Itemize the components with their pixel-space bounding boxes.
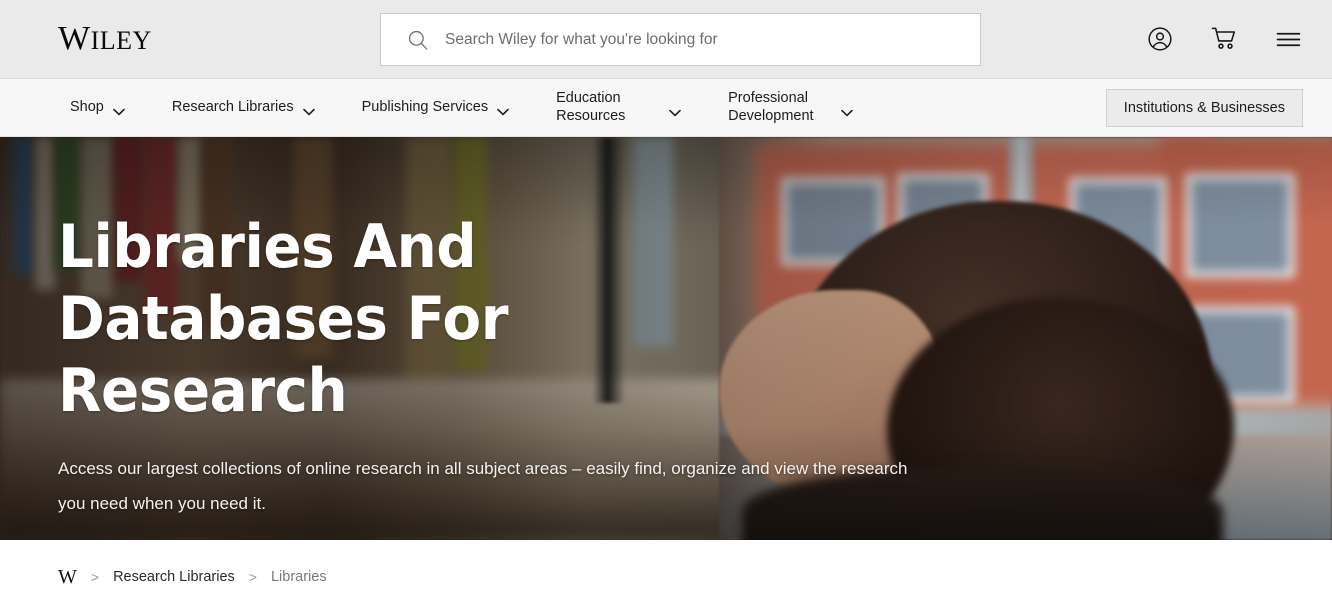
nav-item-list: Shop Research Libraries Publishing Servi… [70,79,853,136]
nav-item-research-libraries[interactable]: Research Libraries [172,99,315,116]
chevron-down-icon [669,104,681,116]
hamburger-menu-icon[interactable] [1274,25,1302,53]
hero-content: Libraries And Databases For Research Acc… [58,211,938,521]
primary-navigation: Shop Research Libraries Publishing Servi… [0,79,1332,137]
nav-item-shop[interactable]: Shop [70,99,125,116]
chevron-down-icon [497,103,509,116]
logo-capital: W [58,20,91,57]
chevron-down-icon [113,103,125,116]
breadcrumb: W > Research Libraries > Libraries [58,567,327,587]
institutions-businesses-button[interactable]: Institutions & Businesses [1105,88,1303,127]
nav-item-label: Research Libraries [171,98,294,115]
breadcrumb-separator: > [90,569,100,585]
breadcrumb-separator: > [248,569,257,585]
hero-subtitle: Access our largest collections of online… [58,459,908,513]
breadcrumb-home-link[interactable]: W [58,567,77,587]
nav-item-label: Education Resources [556,90,626,124]
page-title: Libraries And Databases For Research [58,212,509,426]
nav-item-education-resources[interactable]: Education Resources [556,90,681,124]
cart-icon[interactable] [1210,25,1238,53]
site-header: WILEY [0,0,1332,79]
chevron-down-icon [302,103,315,116]
account-icon[interactable] [1146,25,1174,53]
search-input[interactable] [445,14,980,65]
header-actions [1146,25,1302,53]
wiley-logo[interactable]: WILEY [58,22,152,56]
search-icon[interactable] [407,29,429,51]
nav-item-professional-development[interactable]: Professional Development [728,90,853,124]
nav-item-label: Publishing Services [361,98,489,115]
breadcrumb-item-libraries: Libraries [270,569,327,585]
nav-item-publishing-services[interactable]: Publishing Services [362,99,510,116]
nav-item-label: Professional Development [728,90,814,124]
breadcrumb-item-research-libraries[interactable]: Research Libraries [113,569,235,585]
chevron-down-icon [841,104,853,116]
logo-smallcaps: ILEY [90,26,152,55]
search-bar[interactable] [380,13,981,66]
hero-banner: Libraries And Databases For Research Acc… [0,137,1332,540]
breadcrumb-bar: W > Research Libraries > Libraries [0,540,1332,614]
nav-item-label: Shop [70,98,104,115]
